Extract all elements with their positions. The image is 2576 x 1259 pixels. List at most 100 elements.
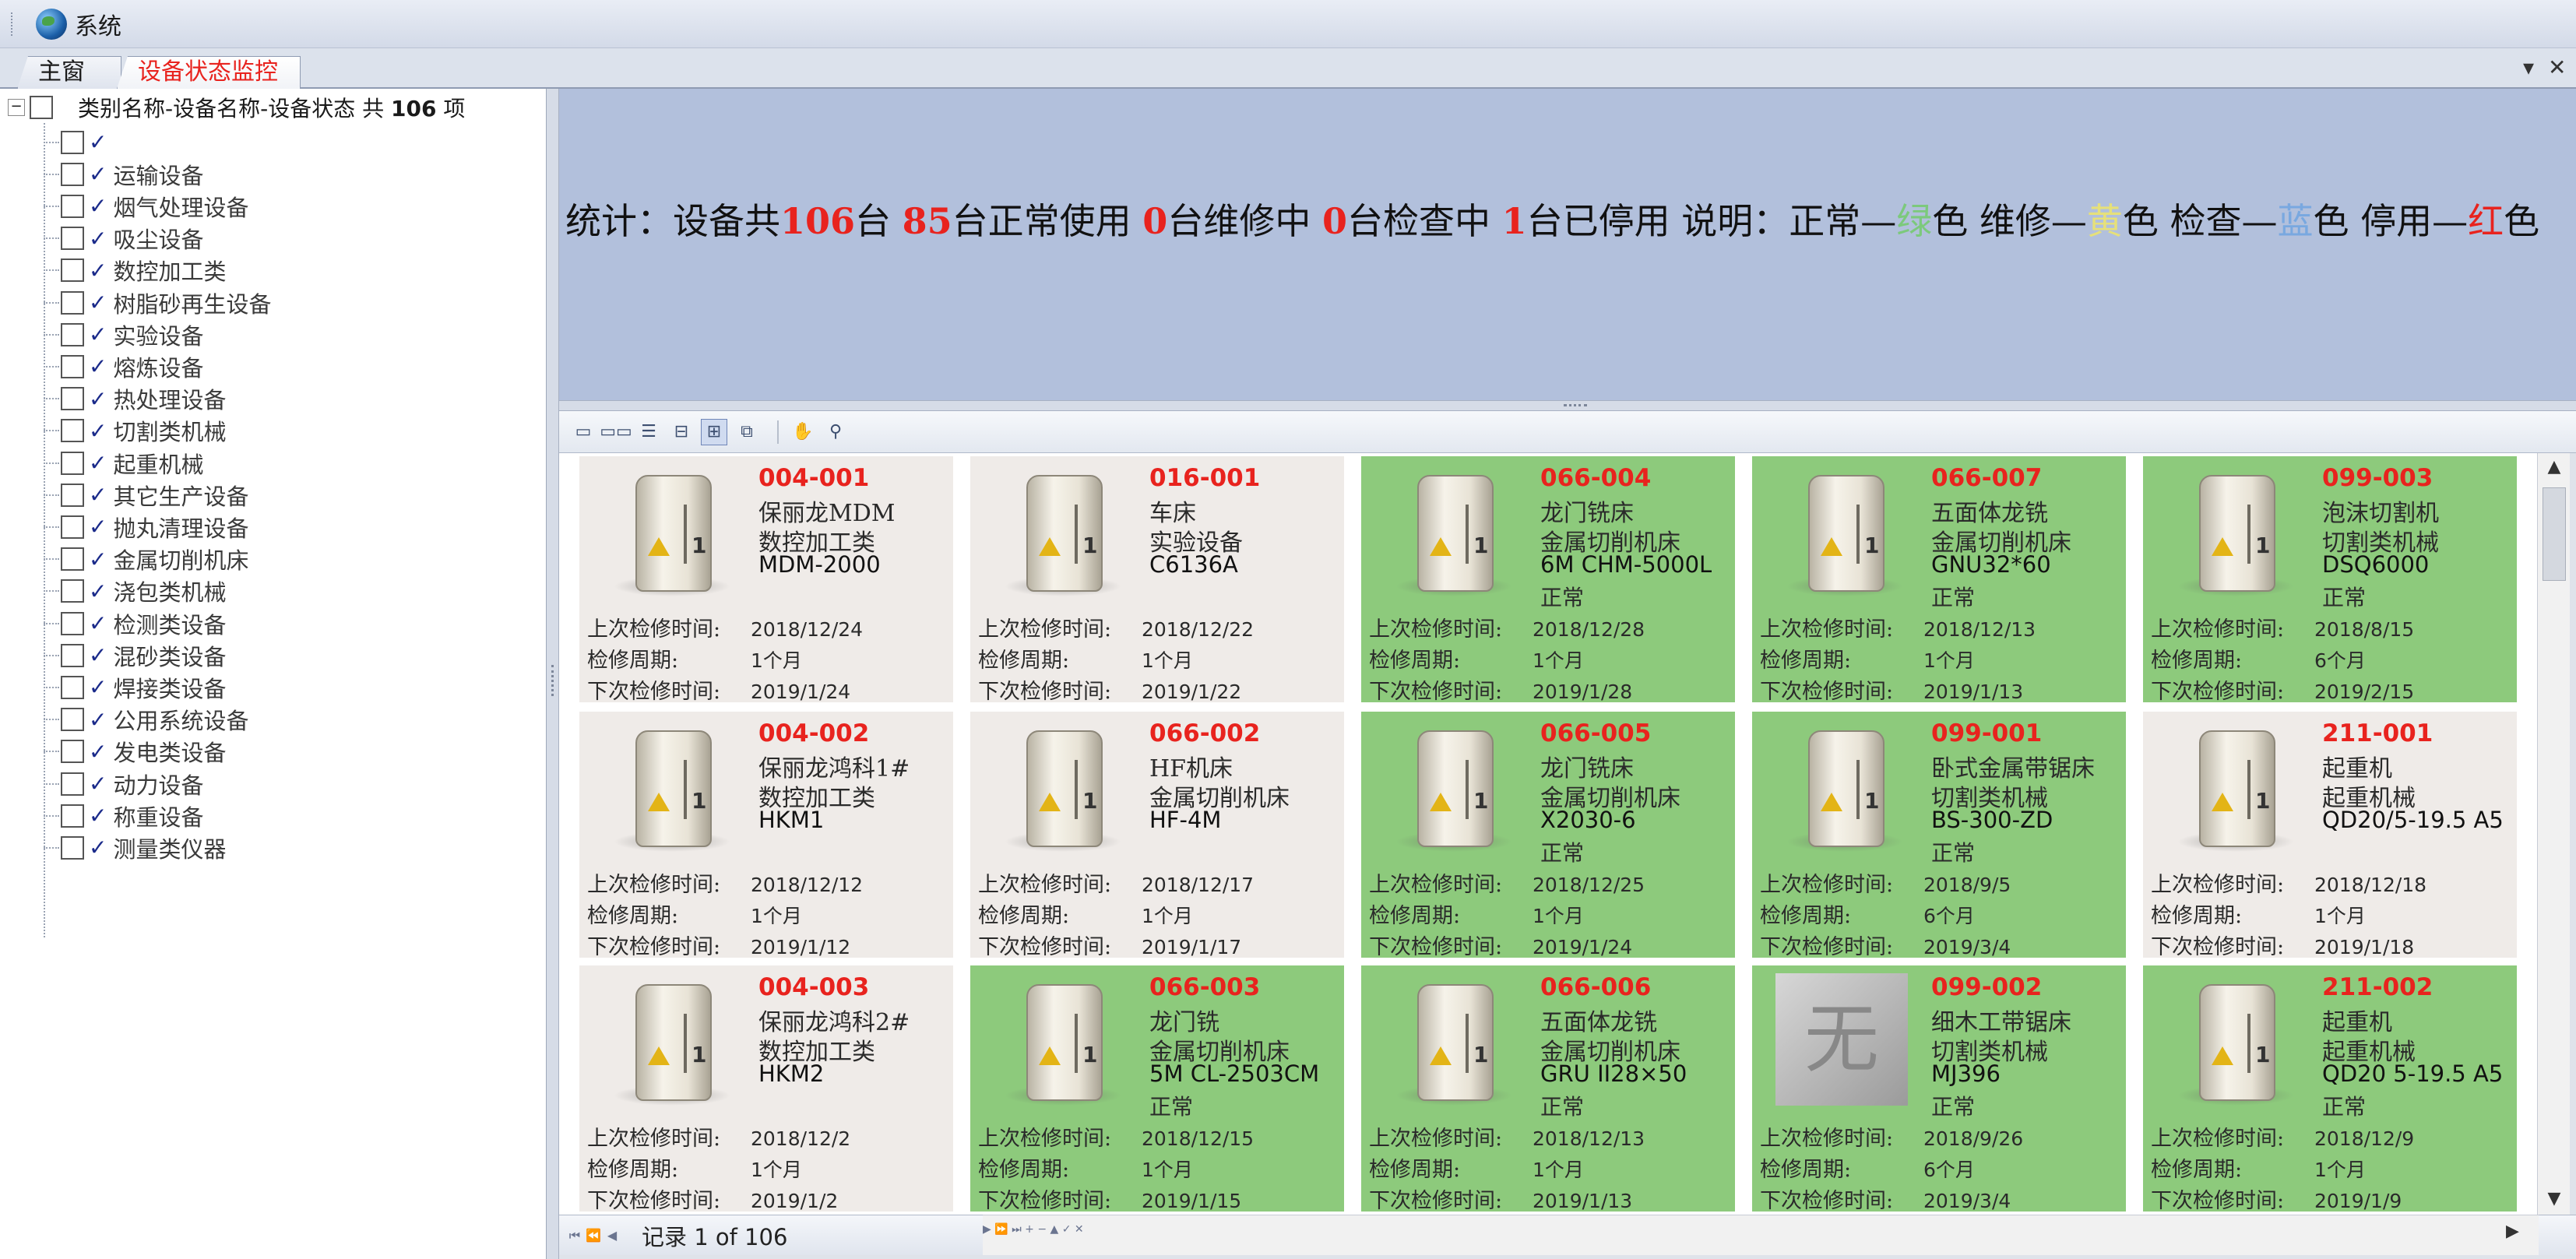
scroll-up-icon[interactable]: ▲ bbox=[2538, 453, 2571, 481]
tree-item[interactable]: ✓ 树脂砂再生设备 bbox=[44, 287, 271, 318]
scroll-thumb[interactable] bbox=[2543, 487, 2566, 581]
device-card[interactable]: 1 004-003 保丽龙鸿科2# 数控加工类 HKM2 上次检修时间: 2018/12/2… bbox=[579, 965, 953, 1212]
check-period-row: 检修周期: 1个月 bbox=[587, 904, 802, 928]
tree-item-checkbox[interactable] bbox=[61, 162, 84, 186]
device-status: 正常 bbox=[1540, 840, 1585, 866]
customize-icon[interactable]: ⧉ bbox=[734, 419, 760, 445]
tree-item-checkbox[interactable] bbox=[61, 322, 84, 346]
tree-item[interactable]: ✓ 抛丸清理设备 bbox=[44, 511, 248, 543]
tree-item[interactable]: ✓ 起重机械 bbox=[44, 447, 203, 479]
tree-item-checkbox[interactable] bbox=[61, 804, 84, 828]
check-icon: ✓ bbox=[89, 322, 107, 348]
tree-item-checkbox[interactable] bbox=[61, 611, 84, 635]
prev-page-icon[interactable]: ⏪ bbox=[584, 1224, 603, 1247]
single-view-icon[interactable]: ▭ bbox=[570, 419, 596, 445]
tree-item[interactable]: ✓ 金属切削机床 bbox=[44, 543, 248, 575]
tree-item[interactable]: ✓ 热处理设备 bbox=[44, 383, 226, 415]
system-menu[interactable]: 系统 bbox=[75, 7, 121, 41]
tab-close-icon[interactable]: ✕ bbox=[2548, 55, 2566, 80]
tree-item[interactable]: ✓ 浇包类机械 bbox=[44, 575, 226, 607]
tree-item-checkbox[interactable] bbox=[61, 547, 84, 571]
vertical-layout-icon[interactable]: ⊞ bbox=[701, 418, 727, 445]
horizontal-layout-icon[interactable]: ⊟ bbox=[668, 419, 695, 445]
tree-item-checkbox[interactable] bbox=[61, 643, 84, 667]
tree-item[interactable]: ✓ 混砂类设备 bbox=[44, 639, 226, 671]
tree-item[interactable]: ✓ 测量类仪器 bbox=[44, 832, 226, 863]
device-card[interactable]: 1 066-004 龙门铣床 金属切削机床 6M CHM-5000L 正常 上次检修时间: 2… bbox=[1361, 456, 1735, 702]
tree-item-checkbox[interactable] bbox=[61, 227, 84, 251]
tree-item-checkbox[interactable] bbox=[61, 579, 84, 603]
tree-root[interactable]: − 类别名称-设备名称-设备状态 共 106 项 bbox=[8, 92, 465, 123]
tree-item[interactable]: ✓ 其它生产设备 bbox=[44, 479, 248, 511]
tree-item[interactable]: ✓ 数控加工类 bbox=[44, 255, 226, 287]
device-card[interactable]: 1 066-006 五面体龙铣 金属切削机床 GRU II28×50 正常 上次检修时间: 2… bbox=[1361, 965, 1735, 1212]
tree-item-checkbox[interactable] bbox=[61, 194, 84, 218]
horizontal-splitter[interactable] bbox=[559, 400, 2576, 411]
tab-main-window[interactable]: 主窗口 bbox=[17, 56, 121, 89]
tree-item-checkbox[interactable] bbox=[61, 290, 84, 315]
device-status: 正常 bbox=[2322, 1094, 2367, 1120]
tree-item-checkbox[interactable] bbox=[61, 130, 84, 154]
device-card[interactable]: 1 066-003 龙门铣 金属切削机床 5M CL-2503CM 正常 上次检修时间: 20… bbox=[970, 965, 1344, 1212]
tree-item[interactable]: ✓ 运输设备 bbox=[44, 158, 203, 190]
tree-item[interactable]: ✓ 动力设备 bbox=[44, 768, 203, 800]
tree-item[interactable]: ✓ 熔炼设备 bbox=[44, 350, 203, 382]
tree-item-checkbox[interactable] bbox=[61, 258, 84, 283]
tab-list-dropdown-icon[interactable]: ▾ bbox=[2523, 55, 2534, 80]
last-check-row: 上次检修时间: 2018/12/25 bbox=[1369, 873, 1645, 897]
device-card[interactable]: 1 066-002 HF机床 金属切削机床 HF-4M 上次检修时间: 2018/12/17… bbox=[970, 712, 1344, 958]
tree-item-checkbox[interactable] bbox=[61, 354, 84, 378]
two-column-view-icon[interactable]: ▭▭ bbox=[600, 419, 632, 445]
first-record-icon[interactable]: ⏮ bbox=[565, 1224, 584, 1247]
scroll-right-icon[interactable]: ▶ bbox=[2506, 1222, 2519, 1241]
tree-item[interactable]: ✓ 发电类设备 bbox=[44, 736, 226, 768]
tree-item[interactable]: ✓ 吸尘设备 bbox=[44, 223, 203, 255]
device-card[interactable]: 1 099-003 泡沫切割机 切割类机械 DSQ6000 正常 上次检修时间: 2018/8… bbox=[2143, 456, 2517, 702]
device-card[interactable]: 1 211-002 起重机 起重机械 QD20 5-19.5 A5 正常 上次检修时间: 20… bbox=[2143, 965, 2517, 1212]
tree-connector bbox=[44, 430, 59, 432]
device-card[interactable]: 1 066-005 龙门铣床 金属切削机床 X2030-6 正常 上次检修时间: 2018/1… bbox=[1361, 712, 1735, 958]
tree-item-checkbox[interactable] bbox=[61, 835, 84, 860]
tree-item-checkbox[interactable] bbox=[61, 451, 84, 475]
tree-item-label: 切割类机械 bbox=[113, 419, 227, 446]
tree-item-checkbox[interactable] bbox=[61, 483, 84, 507]
device-code: 066-005 bbox=[1540, 719, 1652, 747]
device-card[interactable]: 1 004-002 保丽龙鸿科1# 数控加工类 HKM1 上次检修时间: 2018/12/1… bbox=[579, 712, 953, 958]
legend-red: 红 bbox=[2468, 200, 2504, 242]
tree-item[interactable]: ✓ 烟气处理设备 bbox=[44, 190, 248, 222]
tree-item[interactable]: ✓ 实验设备 bbox=[44, 318, 203, 350]
device-card[interactable]: 1 016-001 车床 实验设备 C6136A 上次检修时间: 2018/12/22 检修周… bbox=[970, 456, 1344, 702]
tree-item[interactable]: ✓ 焊接类设备 bbox=[44, 671, 226, 703]
tree-item[interactable]: ✓ bbox=[44, 126, 113, 158]
tree-item-checkbox[interactable] bbox=[61, 675, 84, 699]
tree-root-checkbox[interactable] bbox=[30, 96, 53, 119]
vertical-splitter[interactable] bbox=[547, 89, 559, 1259]
prev-record-icon[interactable]: ◀ bbox=[603, 1224, 621, 1247]
tree-item-checkbox[interactable] bbox=[61, 740, 84, 764]
device-card[interactable]: 1 211-001 起重机 起重机械 QD20/5-19.5 A5 上次检修时间: 2018… bbox=[2143, 712, 2517, 958]
toolbar-grip[interactable] bbox=[11, 12, 16, 36]
tree-item[interactable]: ✓ 切割类机械 bbox=[44, 415, 226, 447]
device-card[interactable]: 1 004-001 保丽龙MDM 数控加工类 MDM-2000 上次检修时间: 2018/1… bbox=[579, 456, 953, 702]
device-card[interactable]: 无 099-002 细木工带锯床 切割类机械 MJ396 正常 上次检修时间: 2018/9/… bbox=[1752, 965, 2126, 1212]
tree-item-checkbox[interactable] bbox=[61, 708, 84, 732]
collapse-icon[interactable]: − bbox=[8, 99, 25, 116]
tree-item-checkbox[interactable] bbox=[61, 515, 84, 539]
device-card[interactable]: 1 099-001 卧式金属带锯床 切割类机械 BS-300-ZD 正常 上次检修时间: 20… bbox=[1752, 712, 2126, 958]
tree-item[interactable]: ✓ 检测类设备 bbox=[44, 607, 226, 639]
scroll-down-icon[interactable]: ▼ bbox=[2538, 1185, 2571, 1213]
tree-item-checkbox[interactable] bbox=[61, 387, 84, 411]
link-icon[interactable]: ⚲ bbox=[822, 419, 849, 445]
stacked-view-icon[interactable]: ☰ bbox=[635, 419, 662, 445]
tree-item[interactable]: ✓ 公用系统设备 bbox=[44, 704, 248, 736]
tree-item[interactable]: ✓ 称重设备 bbox=[44, 800, 203, 832]
nav-next-buttons[interactable]: ▶ ⏩ ⏭ + − ▲ ✓ ✕ bbox=[983, 1223, 1084, 1236]
vertical-scrollbar[interactable]: ▲ ▼ bbox=[2537, 453, 2570, 1215]
globe-icon[interactable] bbox=[36, 8, 67, 40]
device-card[interactable]: 1 066-007 五面体龙铣 金属切削机床 GNU32*60 正常 上次检修时间: 2018… bbox=[1752, 456, 2126, 702]
tree-item-checkbox[interactable] bbox=[61, 772, 84, 796]
tab-device-status-monitor[interactable]: 设备状态监控 bbox=[117, 56, 301, 89]
horizontal-scrollbar[interactable]: ▶ ⏩ ⏭ + − ▲ ✓ ✕ ▶ bbox=[983, 1215, 2539, 1255]
tree-item-checkbox[interactable] bbox=[61, 419, 84, 443]
pan-hand-icon[interactable]: ✋ bbox=[790, 419, 816, 445]
